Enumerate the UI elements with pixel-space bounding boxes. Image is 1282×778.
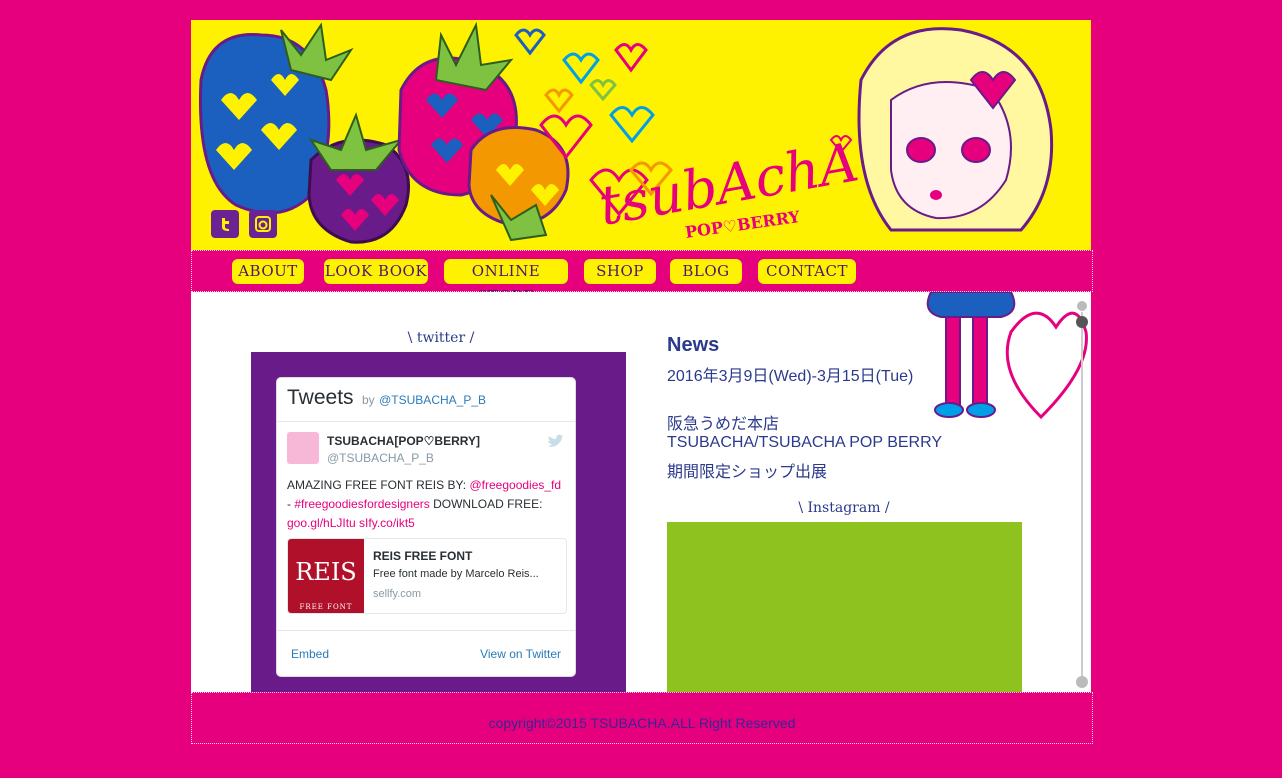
tweet-url-link[interactable]: goo.gl/hLJItu sIfy.co/ikt5 (287, 516, 415, 530)
footer: copyright©2015 TSUBACHA.ALL Right Reserv… (191, 692, 1093, 744)
card-description: Free font made by Marcelo Reis... (373, 568, 539, 580)
news-event: 期間限定ショップ出展 (667, 464, 828, 481)
news-venue: 阪急うめだ本店 (667, 416, 780, 433)
timeline-by: by (361, 393, 375, 407)
twitter-widget-container: Tweets by @TSUBACHA_P_B TSUBACHA[POP♡BER… (251, 352, 626, 692)
twitter-icon[interactable] (211, 210, 239, 238)
nav-look-book[interactable]: LOOK BOOK (324, 259, 428, 284)
header-illustration: tsubAchA POP♡BERRY (198, 21, 1054, 244)
nav-about[interactable]: ABOUT (232, 259, 304, 284)
copyright-text: copyright©2015 TSUBACHA.ALL Right Reserv… (488, 715, 796, 731)
tweet-hashtag-link[interactable]: #freegoodiesfordesigners (294, 497, 429, 511)
tweet[interactable]: TSUBACHA[POP♡BERRY] @TSUBACHA_P_B AMAZIN… (277, 422, 575, 614)
tweet-text: AMAZING FREE FONT REIS BY: @freegoodies_… (287, 478, 562, 530)
timeline-title: Tweets (287, 386, 354, 409)
view-on-twitter-link[interactable]: View on Twitter (480, 647, 561, 661)
tweet-author-handle[interactable]: @TSUBACHA_P_B (327, 451, 434, 465)
twitter-bird-icon[interactable] (547, 434, 565, 454)
instagram-icon[interactable] (249, 210, 277, 238)
news-date: 2016年3月9日(Wed)-3月15日(Tue) (667, 368, 914, 385)
tweet-mention-link[interactable]: @freegoodies_fd (469, 478, 561, 492)
avatar[interactable] (287, 432, 319, 464)
news-title: News (667, 334, 720, 356)
main-nav: ABOUT LOOK BOOK ONLINE STORE SHOP BLOG C… (191, 250, 1093, 305)
tweet-author-name[interactable]: TSUBACHA[POP♡BERRY] (327, 434, 480, 448)
main-content: \ twitter / Tweets by @TSUBACHA_P_B TSUB… (191, 292, 1091, 692)
twitter-section-label: \ twitter / (407, 330, 475, 346)
card-url: sellfy.com (373, 588, 422, 600)
twitter-timeline-footer: Embed View on Twitter (277, 630, 575, 676)
nav-online-store[interactable]: ONLINE STORE (444, 259, 568, 305)
instagram-widget[interactable] (667, 522, 1022, 692)
card-thumbnail: REIS FREE FONT (288, 539, 364, 613)
tweet-link-card[interactable]: REIS FREE FONT REIS FREE FONT Free font m… (287, 538, 567, 614)
twitter-timeline-header: Tweets by @TSUBACHA_P_B (277, 378, 575, 422)
nav-blog[interactable]: BLOG (670, 259, 742, 284)
nav-contact[interactable]: CONTACT (758, 259, 856, 284)
card-title: REIS FREE FONT (373, 549, 473, 563)
twitter-timeline[interactable]: Tweets by @TSUBACHA_P_B TSUBACHA[POP♡BER… (276, 377, 576, 677)
nav-shop[interactable]: SHOP (584, 259, 656, 284)
scrollbar[interactable] (1076, 300, 1088, 690)
embed-link[interactable]: Embed (291, 647, 329, 661)
character-illustration (926, 292, 1088, 420)
page-container: tsubAchA POP♡BERRY ABOUT LOOK BOOK ONLIN… (191, 20, 1093, 744)
instagram-section-label: \ Instagram / (798, 500, 890, 516)
header-banner: tsubAchA POP♡BERRY (191, 20, 1091, 250)
timeline-handle-link[interactable]: @TSUBACHA_P_B (379, 393, 486, 407)
